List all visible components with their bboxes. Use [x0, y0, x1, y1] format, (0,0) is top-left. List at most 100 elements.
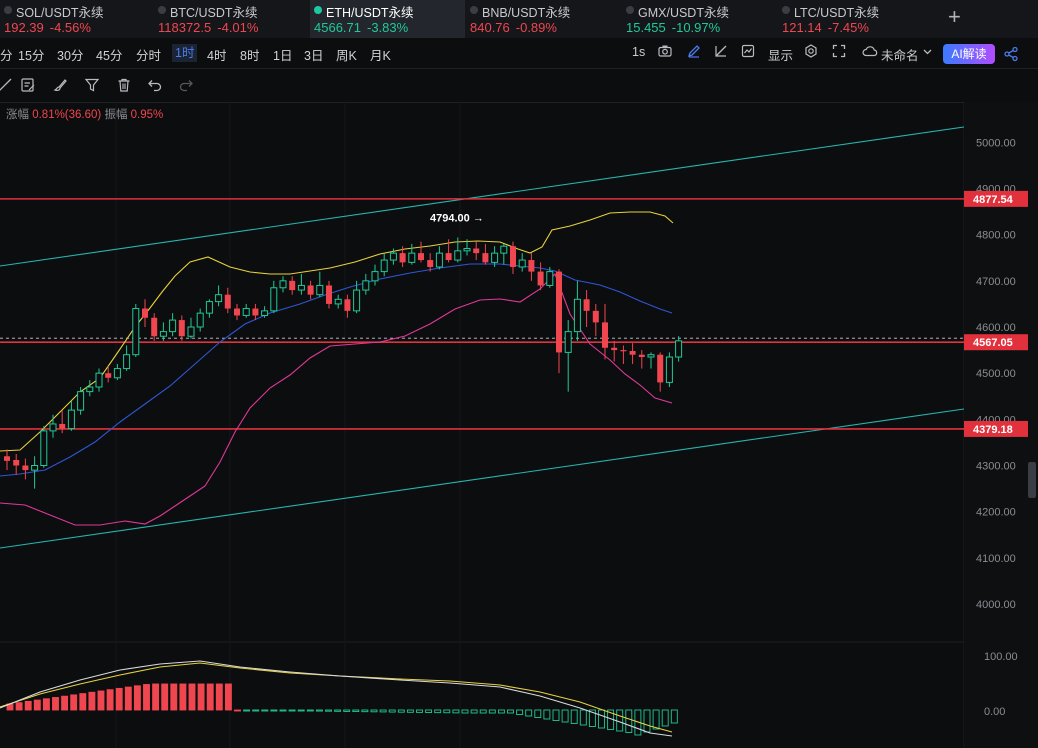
candle-body — [31, 465, 39, 471]
tab-sol[interactable]: SOL/USDT永续 192.39 -4.56% — [0, 0, 150, 38]
tf-1h[interactable]: 1时 — [172, 44, 198, 62]
candle — [13, 453, 20, 475]
tab-change: -3.83% — [367, 20, 409, 35]
histogram-bar — [279, 709, 287, 712]
moving-average-line — [0, 263, 673, 477]
tab-price-line: 192.39 -4.56% — [4, 20, 91, 35]
candle-body — [105, 373, 112, 378]
settings-icon[interactable] — [804, 44, 818, 58]
candle-body — [261, 310, 269, 316]
tab-status-dot — [782, 6, 790, 14]
histogram-bar — [361, 709, 369, 713]
tab-bnb[interactable]: BNB/USDT永续 840.76 -0.89% — [466, 0, 621, 38]
candle-body — [380, 259, 388, 273]
display-menu[interactable]: 显示 — [768, 45, 793, 64]
candle-body — [510, 246, 516, 267]
camera-icon[interactable] — [658, 44, 672, 58]
tab-gmx[interactable]: GMX/USDT永续 15.455 -10.97% — [622, 0, 777, 38]
tab-ltc[interactable]: LTC/USDT永续 121.14 -7.45% — [778, 0, 933, 38]
filter-icon[interactable] — [84, 77, 100, 96]
redo-icon[interactable] — [178, 77, 194, 96]
tab-price: 192.39 — [4, 20, 44, 35]
histogram-bar — [133, 685, 141, 711]
tf-4h[interactable]: 4时 — [207, 45, 226, 64]
histogram-bar — [443, 709, 451, 714]
tf-45m[interactable]: 45分 — [96, 45, 122, 64]
ai-analysis-button[interactable]: AI解读 — [943, 44, 995, 64]
candle-body — [482, 253, 489, 263]
candle-body — [500, 245, 508, 254]
chart-toolbar: 分 15分 30分 45分 分时 1时 4时 8时 1日 3日 周K 月K 1s… — [0, 38, 1038, 69]
tf-8h[interactable]: 8时 — [240, 45, 259, 64]
fullscreen-icon[interactable] — [832, 44, 846, 58]
candle — [528, 253, 535, 281]
indicator-icon[interactable] — [741, 44, 755, 58]
histogram-bar — [388, 709, 396, 713]
price-axis-label: 4200.00 — [976, 507, 1016, 519]
tab-btc[interactable]: BTC/USDT永续 118372.5 -4.01% — [154, 0, 309, 38]
candle — [187, 317, 195, 339]
tf-30m[interactable]: 30分 — [57, 45, 83, 64]
tf-month[interactable]: 月K — [370, 45, 391, 64]
candle-body — [159, 331, 167, 337]
share-icon[interactable] — [1003, 46, 1019, 65]
layout-name[interactable]: 未命名 — [881, 45, 919, 64]
tab-status-dot — [626, 6, 634, 14]
note-icon[interactable] — [20, 77, 36, 96]
histogram-bar — [406, 709, 414, 713]
tf-1d[interactable]: 1日 — [273, 45, 292, 64]
candle — [592, 303, 599, 337]
bb-lower-line — [0, 273, 673, 526]
histogram-bar — [243, 709, 251, 712]
candle-body — [59, 423, 66, 429]
candle-body — [573, 298, 581, 333]
trend-line-icon[interactable] — [0, 77, 13, 96]
tab-status-dot — [158, 6, 166, 14]
brush-icon[interactable] — [52, 77, 68, 96]
candle-body — [123, 354, 131, 370]
histogram-bar — [143, 684, 150, 711]
histogram-bar — [625, 709, 633, 733]
histogram-bar — [315, 709, 323, 712]
trash-icon[interactable] — [116, 77, 132, 96]
histogram-bar — [434, 709, 442, 714]
tf-timeshare[interactable]: 分时 — [136, 45, 161, 64]
tab-eth[interactable]: ETH/USDT永续 4566.71 -3.83% — [310, 0, 465, 38]
candle-body — [454, 250, 462, 261]
candle — [132, 303, 140, 358]
cloud-icon[interactable] — [862, 45, 878, 57]
chevron-down-icon[interactable] — [923, 49, 932, 55]
pencil-icon[interactable] — [687, 44, 701, 58]
histogram-bar — [379, 709, 387, 713]
tf-3d[interactable]: 3日 — [304, 45, 323, 64]
candle — [95, 368, 103, 392]
add-tab-button[interactable]: + — [948, 4, 961, 30]
candle-body — [647, 354, 655, 358]
symbol-tab-bar: SOL/USDT永续 192.39 -4.56% BTC/USDT永续 118372.5… — [0, 0, 1038, 39]
tf-minute[interactable]: 分 — [0, 45, 13, 64]
candle-body — [95, 372, 103, 388]
candle-body — [178, 320, 185, 337]
candlestick-chart[interactable]: 4794.00 → 5000.004900.004800.004700.0046… — [0, 102, 1038, 748]
candle-body — [362, 280, 370, 291]
candle — [196, 308, 204, 332]
candle — [77, 387, 85, 415]
candle-body — [326, 285, 332, 304]
histogram-bar — [61, 695, 69, 711]
candle-body — [40, 430, 48, 466]
price-tag-label: 4567.05 — [973, 337, 1013, 349]
tf-week[interactable]: 周K — [336, 45, 357, 64]
histogram-bar — [224, 683, 232, 711]
candle-body — [289, 280, 296, 291]
candle-body — [224, 294, 231, 309]
candle-body — [463, 248, 471, 252]
candle-body — [665, 356, 673, 383]
candle-body — [344, 299, 351, 311]
histogram-bar — [197, 683, 205, 711]
ruler-icon[interactable] — [714, 44, 728, 58]
tf-15m[interactable]: 15分 — [18, 45, 44, 64]
scrollbar-handle[interactable] — [1028, 462, 1036, 498]
candle-body — [611, 347, 618, 351]
interval-1s[interactable]: 1s — [632, 45, 645, 59]
undo-icon[interactable] — [147, 77, 163, 96]
